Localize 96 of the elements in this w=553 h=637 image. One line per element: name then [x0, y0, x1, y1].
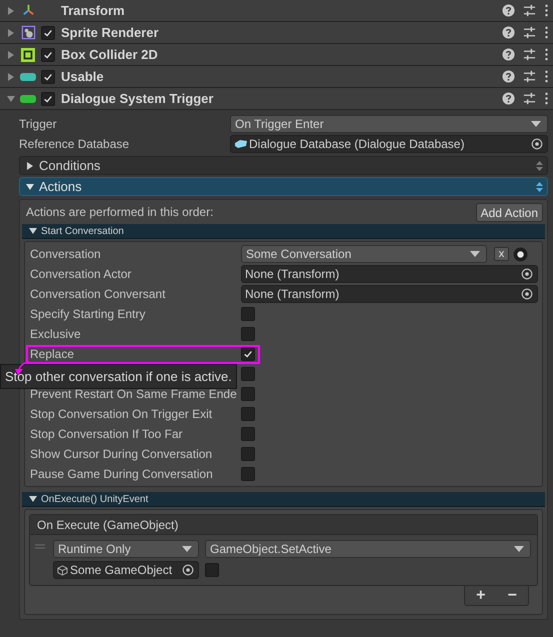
collapse-arrow-icon[interactable]: [28, 494, 38, 504]
field-label: Specify Starting Entry: [30, 306, 146, 323]
more-icon[interactable]: [544, 48, 549, 61]
checkbox[interactable]: [41, 70, 55, 84]
help-icon[interactable]: [502, 70, 515, 83]
add-action-button[interactable]: Add Action: [476, 202, 543, 222]
field-label: Conversation: [30, 246, 102, 263]
more-icon[interactable]: [544, 70, 549, 83]
field-label: Replace: [30, 346, 76, 363]
object-picker-icon[interactable]: [521, 268, 533, 280]
help-icon[interactable]: [502, 26, 515, 39]
checkmark-icon: [43, 28, 53, 38]
more-icon[interactable]: [544, 92, 549, 105]
more-icon[interactable]: [544, 4, 549, 17]
radio-icon[interactable]: [513, 246, 528, 262]
field-label: Reference Database: [19, 136, 130, 153]
component-header[interactable]: Box Collider 2D: [0, 44, 553, 66]
component-header[interactable]: Dialogue System Trigger: [0, 88, 553, 110]
sliders-icon[interactable]: [523, 26, 536, 39]
tooltip: Stop other conversation if one is active.: [0, 364, 237, 389]
dropdown[interactable]: Runtime Only: [53, 540, 199, 558]
field-label: Stop Conversation If Too Far: [30, 426, 184, 443]
sliders-icon[interactable]: [523, 70, 536, 83]
help-icon[interactable]: [502, 48, 515, 61]
component-header[interactable]: Transform: [0, 0, 553, 22]
checkmark-icon: [43, 50, 53, 60]
object-picker-icon[interactable]: [182, 564, 194, 576]
component-title: Box Collider 2D: [61, 46, 159, 64]
expand-arrow-icon[interactable]: [25, 160, 35, 170]
checkbox[interactable]: [41, 26, 55, 40]
component-title: Dialogue System Trigger: [61, 90, 214, 108]
section-header[interactable]: Start Conversation: [22, 224, 545, 239]
checkbox[interactable]: [241, 467, 255, 481]
caret-icon: [531, 121, 541, 127]
cube-icon: [57, 564, 68, 576]
foldout-header[interactable]: Conditions: [19, 156, 548, 175]
section-header[interactable]: OnExecute() UnityEvent: [22, 492, 545, 507]
checkbox[interactable]: [241, 427, 255, 441]
checkbox[interactable]: [205, 563, 219, 577]
clear-button[interactable]: x: [494, 247, 509, 261]
field-label: Exclusive: [30, 326, 82, 343]
component-title: Usable: [61, 68, 105, 86]
object-field[interactable]: Some GameObject: [53, 561, 199, 579]
database-icon: [234, 139, 248, 149]
checkmark-icon: [43, 72, 53, 82]
object-field[interactable]: None (Transform): [241, 285, 538, 303]
checkbox[interactable]: [241, 447, 255, 461]
object-picker-icon[interactable]: [531, 138, 543, 150]
caret-icon: [182, 546, 192, 552]
checkbox[interactable]: [241, 347, 255, 361]
sort-arrows-icon: [536, 160, 543, 170]
drag-handle-icon[interactable]: [35, 544, 45, 549]
collapse-arrow-icon[interactable]: [28, 226, 38, 236]
sliders-icon[interactable]: [523, 48, 536, 61]
field-label: Conversation Actor: [30, 266, 132, 283]
collapse-arrow-icon[interactable]: [25, 182, 35, 192]
checkbox[interactable]: [241, 307, 255, 321]
component-header[interactable]: Usable: [0, 66, 553, 88]
dropdown[interactable]: Some Conversation: [241, 245, 487, 263]
field-label: Pause Game During Conversation: [30, 466, 214, 483]
actions-note: Actions are performed in this order:: [26, 204, 214, 221]
help-icon[interactable]: [502, 92, 515, 105]
object-picker-icon[interactable]: [521, 288, 533, 300]
checkbox[interactable]: [241, 327, 255, 341]
event-title: On Execute (GameObject): [37, 516, 178, 534]
remove-button[interactable]: −: [506, 588, 519, 604]
sort-arrows-icon: [536, 182, 543, 192]
field-label: Prevent Restart On Same Frame Ende: [30, 386, 238, 403]
add-button[interactable]: +: [474, 588, 488, 604]
field-label: Trigger: [19, 116, 58, 133]
checkbox[interactable]: [241, 407, 255, 421]
field-label: Stop Conversation On Trigger Exit: [30, 406, 214, 423]
checkbox[interactable]: [41, 92, 55, 106]
checkbox[interactable]: [41, 48, 55, 62]
checkbox[interactable]: [241, 387, 255, 401]
sliders-icon[interactable]: [523, 4, 536, 17]
checkmark-icon: [43, 94, 53, 104]
help-icon[interactable]: [502, 4, 515, 17]
checkbox[interactable]: [241, 367, 255, 381]
dropdown[interactable]: GameObject.SetActive: [205, 540, 531, 558]
field-label: Show Cursor During Conversation: [30, 446, 214, 463]
sliders-icon[interactable]: [523, 92, 536, 105]
foldout-header[interactable]: Actions: [19, 177, 548, 196]
component-title: Sprite Renderer: [61, 24, 160, 42]
component-header[interactable]: Sprite Renderer: [0, 22, 553, 44]
square-icon: [20, 47, 36, 62]
caret-icon: [514, 546, 524, 552]
object-field[interactable]: None (Transform): [241, 265, 538, 283]
component-title: Transform: [61, 2, 126, 20]
sprite-icon: [20, 25, 36, 40]
checkmark-icon: [243, 349, 253, 359]
dropdown[interactable]: On Trigger Enter: [230, 115, 548, 133]
more-icon[interactable]: [544, 26, 549, 39]
field-label: Conversation Conversant: [30, 286, 166, 303]
caret-icon: [470, 251, 480, 257]
object-field[interactable]: Dialogue Database (Dialogue Database): [230, 135, 548, 153]
